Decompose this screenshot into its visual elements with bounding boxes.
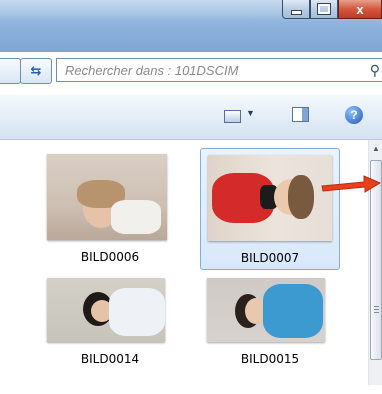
thumbnail: [208, 155, 332, 241]
navigation-row: ⇆ ⚲: [0, 58, 382, 84]
preview-pane-icon[interactable]: [292, 107, 309, 122]
file-list: BILD0006 BILD0007 BILD0014 BILD0015: [0, 140, 368, 385]
file-name: BILD0007: [240, 251, 300, 265]
thumbnail: [207, 278, 325, 342]
file-name: BILD0006: [80, 250, 140, 264]
close-button[interactable]: x: [338, 0, 382, 19]
window-caption-buttons: x: [282, 0, 382, 20]
address-bar-end[interactable]: [0, 58, 21, 84]
change-view-icon[interactable]: [224, 110, 241, 123]
maximize-button[interactable]: [310, 0, 338, 19]
annotation-arrow-icon: [321, 175, 382, 193]
file-name: BILD0015: [240, 352, 300, 366]
search-icon[interactable]: ⚲: [370, 62, 380, 79]
file-item-bild0006[interactable]: BILD0006: [40, 148, 180, 270]
view-dropdown-arrow[interactable]: ▼: [246, 108, 255, 118]
scroll-up-icon[interactable]: ▲: [372, 144, 380, 153]
minimize-icon: [290, 9, 302, 15]
maximize-icon: [317, 3, 331, 15]
search-box[interactable]: ⚲: [56, 58, 382, 82]
thumbnail: [47, 154, 167, 240]
search-input[interactable]: [63, 61, 347, 79]
file-item-bild0007[interactable]: BILD0007: [200, 148, 340, 270]
minimize-button[interactable]: [282, 0, 310, 19]
close-icon: x: [356, 1, 364, 17]
file-item-bild0015[interactable]: BILD0015: [200, 272, 340, 394]
refresh-icon: ⇆: [30, 63, 42, 78]
thumbnail: [47, 278, 165, 342]
refresh-button[interactable]: ⇆: [20, 58, 52, 84]
command-bar: ▼ ?: [0, 95, 382, 140]
grip-icon: [374, 306, 379, 313]
help-icon[interactable]: ?: [345, 106, 363, 124]
file-name: BILD0014: [80, 352, 140, 366]
file-item-bild0014[interactable]: BILD0014: [40, 272, 180, 394]
